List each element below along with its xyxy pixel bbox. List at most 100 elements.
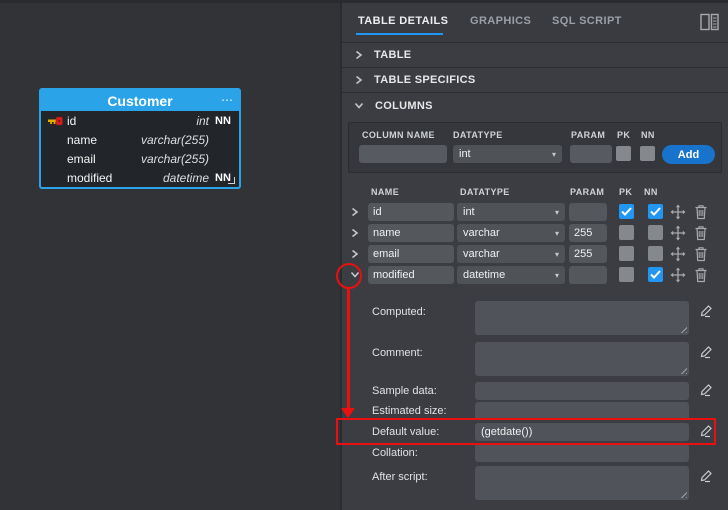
computed-textarea[interactable] [475, 301, 689, 335]
delete-column-icon[interactable] [694, 267, 710, 283]
edit-sample-data-icon[interactable] [698, 381, 715, 398]
app-window: Customer ⋯ id int NN name varchar(255) e… [0, 0, 728, 510]
tab-sql-script[interactable]: SQL SCRIPT [552, 15, 622, 27]
row-pk-checkbox[interactable] [619, 225, 634, 240]
section-label: COLUMNS [375, 99, 433, 112]
row-pk-checkbox[interactable] [619, 267, 634, 282]
column-type: varchar(255) [140, 132, 209, 147]
active-tab-underline [356, 33, 443, 35]
comment-textarea[interactable] [475, 342, 689, 376]
sample-data-input[interactable] [475, 382, 689, 400]
column-name-header: COLUMN NAME [362, 130, 435, 140]
delete-column-icon[interactable] [694, 225, 710, 241]
new-column-nn-checkbox[interactable] [640, 146, 655, 161]
column-row-id: int ▾ [342, 203, 728, 221]
column-type: datetime [162, 170, 209, 185]
tab-table-details[interactable]: TABLE DETAILS [358, 15, 448, 27]
row-datatype-select[interactable]: datetime ▾ [457, 266, 565, 284]
row-name-input[interactable] [368, 224, 454, 242]
table-node-resize-handle[interactable] [228, 177, 235, 184]
row-name-input[interactable] [368, 245, 454, 263]
pk-header: PK [617, 130, 631, 140]
delete-column-icon[interactable] [694, 204, 710, 220]
edit-comment-icon[interactable] [698, 343, 715, 360]
annotation-arrow-line [347, 288, 350, 408]
edit-after-script-icon[interactable] [698, 467, 715, 484]
key-slot [47, 152, 67, 166]
chevron-down-icon [354, 101, 364, 110]
new-column-datatype-select[interactable]: int ▾ [453, 145, 562, 163]
edit-computed-icon[interactable] [698, 302, 715, 319]
key-slot [47, 171, 67, 185]
row-name-input[interactable] [368, 266, 454, 284]
table-node-customer[interactable]: Customer ⋯ id int NN name varchar(255) e… [39, 88, 241, 189]
section-label: TABLE [374, 49, 412, 61]
section-table-specifics[interactable]: TABLE SPECIFICS [342, 68, 728, 93]
expand-row-icon[interactable] [350, 207, 359, 217]
window-top-edge [0, 0, 728, 3]
table-node-title: Customer [107, 92, 173, 109]
select-arrow-icon: ▾ [554, 228, 559, 238]
row-nn-checkbox[interactable] [648, 204, 663, 219]
selected-datatype: int [463, 206, 475, 218]
section-table[interactable]: TABLE [342, 43, 728, 68]
row-nn-checkbox[interactable] [648, 225, 663, 240]
nn-header: NN [641, 130, 655, 140]
table-node-row-id[interactable]: id int NN [41, 111, 239, 130]
select-arrow-icon: ▾ [554, 207, 559, 217]
section-label: TABLE SPECIFICS [374, 74, 476, 86]
row-param-input[interactable] [569, 245, 607, 263]
add-column-form: COLUMN NAME DATATYPE PARAM PK NN int ▾ A… [348, 122, 722, 173]
row-datatype-select[interactable]: varchar ▾ [457, 224, 565, 242]
comment-label: Comment: [372, 347, 423, 359]
diagram-canvas[interactable]: Customer ⋯ id int NN name varchar(255) e… [0, 0, 340, 510]
row-param-input[interactable] [569, 266, 607, 284]
delete-column-icon[interactable] [694, 246, 710, 262]
row-param-input[interactable] [569, 224, 607, 242]
annotation-circle-expand-chevron [336, 263, 362, 289]
section-columns[interactable]: COLUMNS [342, 93, 728, 118]
chevron-right-icon [354, 75, 363, 85]
table-node-row-modified[interactable]: modified datetime NN [41, 168, 239, 187]
move-column-icon[interactable] [670, 225, 686, 241]
primary-key-icon [47, 114, 67, 128]
column-nn-flag: NN [215, 114, 231, 127]
move-column-icon[interactable] [670, 246, 686, 262]
list-name-header: NAME [371, 187, 400, 197]
move-column-icon[interactable] [670, 267, 686, 283]
table-node-row-name[interactable]: name varchar(255) [41, 130, 239, 149]
row-pk-checkbox[interactable] [619, 204, 634, 219]
datatype-header: DATATYPE [453, 130, 503, 140]
new-column-name-input[interactable] [359, 145, 447, 163]
move-column-icon[interactable] [670, 204, 686, 220]
row-datatype-select[interactable]: varchar ▾ [457, 245, 565, 263]
row-datatype-select[interactable]: int ▾ [457, 203, 565, 221]
row-param-input[interactable] [569, 203, 607, 221]
table-node-row-email[interactable]: email varchar(255) [41, 149, 239, 168]
new-column-param-input[interactable] [570, 145, 612, 163]
expand-row-icon[interactable] [350, 228, 359, 238]
row-pk-checkbox[interactable] [619, 246, 634, 261]
annotation-arrow-head [341, 408, 355, 418]
tab-graphics[interactable]: GRAPHICS [470, 15, 531, 27]
panel-layout-toggle-icon[interactable] [700, 13, 719, 31]
new-column-pk-checkbox[interactable] [616, 146, 631, 161]
selected-datatype: varchar [463, 248, 500, 260]
add-column-button[interactable]: Add [662, 145, 715, 164]
column-type: varchar(255) [140, 151, 209, 166]
collation-input[interactable] [475, 444, 689, 462]
after-script-label: After script: [372, 471, 428, 483]
after-script-textarea[interactable] [475, 466, 689, 500]
select-arrow-icon: ▾ [554, 249, 559, 259]
selected-datatype: datetime [463, 269, 506, 281]
row-nn-checkbox[interactable] [648, 246, 663, 261]
expand-row-icon[interactable] [350, 249, 359, 259]
row-nn-checkbox[interactable] [648, 267, 663, 282]
column-row-name: varchar ▾ [342, 224, 728, 242]
annotation-box-default-value [336, 418, 716, 445]
table-node-header[interactable]: Customer ⋯ [41, 90, 239, 111]
table-node-menu-icon[interactable]: ⋯ [221, 90, 233, 110]
row-name-input[interactable] [368, 203, 454, 221]
selected-datatype: int [459, 148, 471, 160]
select-arrow-icon: ▾ [551, 149, 556, 159]
